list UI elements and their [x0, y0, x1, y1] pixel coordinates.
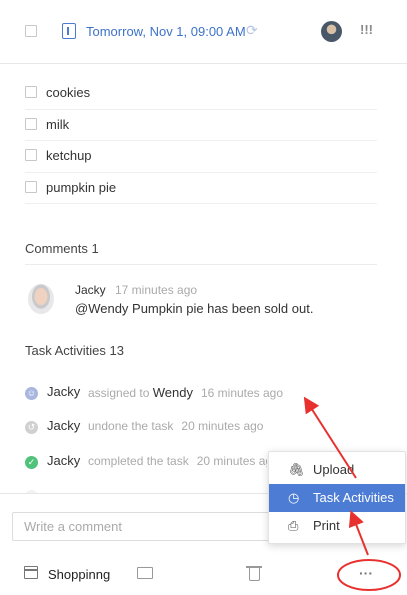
comment-time: 17 minutes ago	[115, 283, 198, 297]
assign-icon: ☺	[25, 387, 38, 400]
activity-action: completed the task	[88, 454, 189, 468]
comment-author: Jacky	[75, 283, 106, 297]
comment-icon[interactable]	[137, 562, 153, 579]
checklist-item-checkbox[interactable]	[25, 180, 37, 193]
comment-body: @Wendy Pumpkin pie has been sold out.	[75, 301, 314, 316]
activity-description: completed the task 20 minutes ago	[88, 454, 267, 468]
activity-item: ↺ Jacky undone the task 20 minutes ago	[25, 417, 315, 437]
checklist: cookies milk ketchup pumpkin pie	[25, 78, 377, 204]
menu-item-task-activities[interactable]: ◷ Task Activities	[269, 484, 405, 512]
more-options-icon[interactable]: ···	[359, 565, 373, 581]
calendar-icon[interactable]	[62, 23, 76, 39]
checklist-item-checkbox[interactable]	[25, 86, 37, 98]
checklist-item[interactable]: pumpkin pie	[25, 173, 377, 204]
history-icon: ◷	[288, 490, 300, 505]
activity-time: 20 minutes ago	[181, 419, 264, 433]
check-icon: ✓	[25, 456, 38, 469]
activity-action: undone the task	[88, 419, 174, 433]
task-complete-checkbox[interactable]	[25, 25, 37, 37]
comment-item: Jacky 17 minutes ago @Wendy Pumpkin pie …	[25, 281, 377, 321]
activity-user: Jacky	[47, 453, 81, 468]
activity-user: Jacky	[47, 384, 81, 399]
activity-time: 16 minutes ago	[200, 386, 284, 400]
comment-input[interactable]	[12, 512, 294, 541]
trash-icon[interactable]	[246, 566, 262, 581]
checklist-item-label[interactable]: cookies	[46, 85, 90, 100]
comments-title: Comments 1	[25, 241, 99, 256]
list-name[interactable]: Shoppinng	[48, 567, 110, 582]
more-options-menu: 🖇 Upload ◷ Task Activities ⎙ Print	[268, 451, 406, 544]
task-header: Tomorrow, Nov 1, 09:00 AM ⟳ !!!	[0, 0, 407, 64]
activity-action: assigned to	[88, 386, 150, 400]
undo-icon: ↺	[25, 421, 38, 434]
menu-item-label: Print	[313, 518, 340, 533]
menu-item-upload[interactable]: 🖇 Upload	[269, 456, 405, 484]
activity-description: undone the task 20 minutes ago	[88, 419, 263, 433]
assignee-avatar[interactable]	[321, 21, 342, 42]
checklist-item[interactable]: milk	[25, 110, 377, 141]
activity-item: ✓ Jacky completed the task 20 minutes ago	[25, 452, 267, 472]
activity-user: Jacky	[47, 418, 81, 433]
list-icon[interactable]	[24, 566, 38, 579]
checklist-item[interactable]: ketchup	[25, 141, 377, 173]
repeat-icon[interactable]: ⟳	[246, 22, 258, 39]
due-date[interactable]: Tomorrow, Nov 1, 09:00 AM	[86, 24, 246, 39]
checklist-item-label[interactable]: pumpkin pie	[46, 180, 116, 195]
menu-item-label: Task Activities	[313, 490, 394, 505]
activity-item: ☺ Jacky assigned to Wendy 16 minutes ago	[25, 383, 315, 403]
commenter-avatar[interactable]	[28, 284, 54, 314]
activities-title: Task Activities 13	[25, 343, 124, 358]
paperclip-icon: 🖇	[288, 462, 305, 477]
checklist-item-checkbox[interactable]	[25, 117, 37, 130]
activity-time: 20 minutes ago	[196, 454, 267, 468]
divider	[25, 264, 377, 265]
checklist-item[interactable]: cookies	[25, 78, 377, 110]
menu-item-print[interactable]: ⎙ Print	[269, 512, 405, 540]
menu-item-label: Upload	[313, 462, 355, 477]
checklist-item-label[interactable]: milk	[46, 117, 69, 132]
activity-assignee: Wendy	[152, 385, 193, 400]
printer-icon: ⎙	[288, 518, 299, 533]
priority-icon[interactable]: !!!	[360, 22, 373, 37]
checklist-item-label[interactable]: ketchup	[46, 148, 92, 163]
activity-description: assigned to Wendy 16 minutes ago	[88, 385, 283, 400]
checklist-item-checkbox[interactable]	[25, 149, 37, 161]
